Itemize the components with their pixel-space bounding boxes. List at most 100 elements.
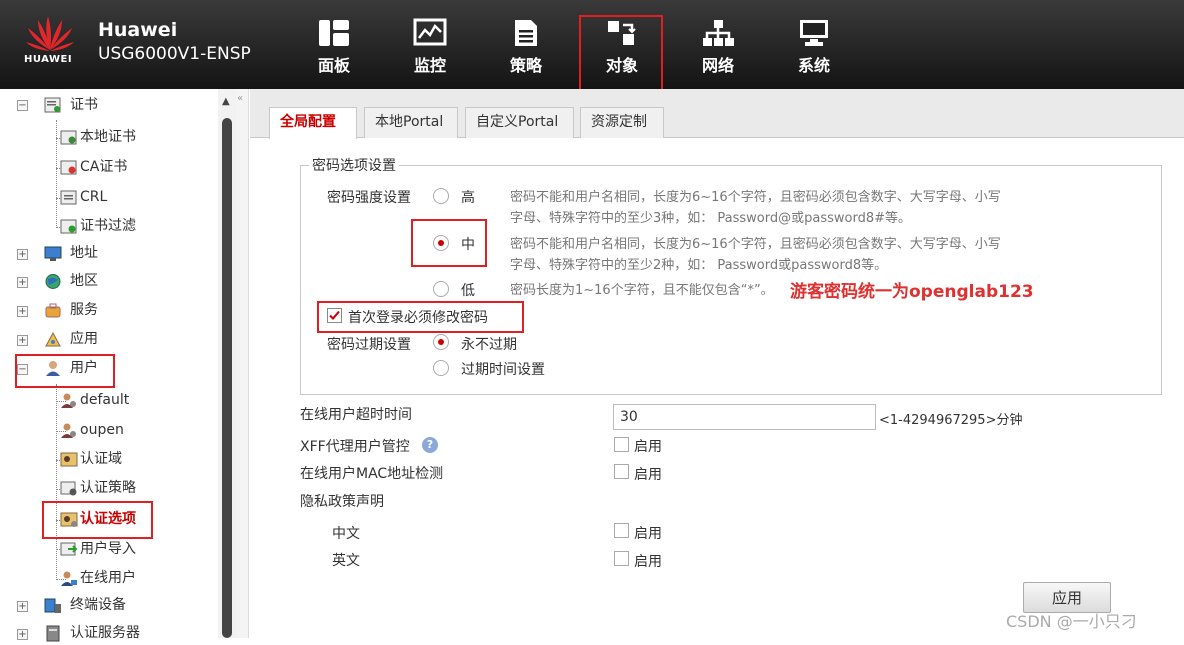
timeout-input[interactable] (613, 404, 876, 430)
sidebar-item-application[interactable]: 应用 (70, 327, 98, 351)
annotation-box-object (579, 15, 663, 91)
sidebar-item-online-user[interactable]: 在线用户 (80, 566, 136, 590)
nav-policy[interactable]: 策略 (494, 18, 558, 76)
strength-high-desc: 密码不能和用户名相同，长度为6~16个字符，且密码必须包含数字、大写字母、小写字… (510, 190, 1001, 226)
auth-domain-icon (60, 452, 78, 467)
dashboard-icon (319, 20, 349, 46)
sidebar-item-ca-cert[interactable]: CA证书 (80, 155, 127, 179)
sidebar-item-oupen[interactable]: oupen (80, 418, 124, 442)
help-icon[interactable]: ? (422, 437, 438, 453)
strength-low-radio[interactable] (433, 281, 449, 297)
sidebar-item-certificate[interactable]: 证书 (70, 93, 98, 117)
sidebar-scroll-thumb[interactable] (222, 118, 232, 638)
nav-label: 网络 (701, 56, 734, 75)
sidebar-item-cert-filter[interactable]: 证书过滤 (80, 214, 136, 238)
sidebar-collapse-bar[interactable]: « (236, 89, 249, 638)
certificate-icon (44, 97, 61, 113)
annotation-box-medium (411, 219, 487, 267)
auth-policy-icon (60, 481, 77, 496)
strength-medium-desc: 密码不能和用户名相同，长度为6~16个字符，且密码必须包含数字、大写字母、小写字… (510, 237, 1001, 273)
nav-dashboard[interactable]: 面板 (302, 18, 366, 76)
english-enable-checkbox[interactable] (614, 551, 629, 566)
expand-toggle[interactable]: + (17, 601, 28, 612)
crl-icon (60, 190, 77, 205)
timeout-label: 在线用户超时时间 (300, 407, 412, 423)
privacy-label: 隐私政策声明 (300, 494, 384, 510)
strength-label: 密码强度设置 (327, 190, 411, 206)
strength-low-label: 低 (461, 283, 475, 299)
sidebar-item-auth-server[interactable]: 认证服务器 (70, 621, 140, 645)
expand-toggle[interactable]: + (17, 306, 28, 317)
nav-network[interactable]: 网络 (686, 18, 750, 76)
expand-toggle[interactable]: + (17, 277, 28, 288)
collapse-icon: « (237, 93, 244, 104)
annotation-box-force-change (317, 301, 524, 333)
tree-line (56, 384, 57, 580)
scroll-up-icon[interactable]: ▲ (222, 96, 230, 107)
annotation-box-auth-option (42, 501, 153, 539)
address-icon (44, 246, 62, 261)
expire-never-radio[interactable] (433, 334, 449, 350)
expand-toggle[interactable]: + (17, 335, 28, 346)
collapse-toggle[interactable]: − (17, 100, 28, 111)
terminal-device-icon (44, 598, 61, 613)
mac-enable-label: 启用 (634, 467, 662, 483)
tree-line (56, 120, 57, 228)
local-cert-icon (60, 130, 77, 145)
mac-enable-checkbox[interactable] (614, 464, 629, 479)
sidebar-item-terminal-device[interactable]: 终端设备 (70, 593, 126, 617)
sidebar-item-service[interactable]: 服务 (70, 298, 98, 322)
sidebar-item-crl[interactable]: CRL (80, 185, 107, 209)
user-import-icon (60, 542, 78, 556)
service-icon (45, 303, 61, 318)
logo-text: HUAWEI (24, 54, 73, 65)
xff-enable-label: 启用 (634, 439, 662, 455)
auth-server-icon (46, 625, 60, 642)
sidebar-item-region[interactable]: 地区 (70, 269, 98, 293)
sidebar-item-address[interactable]: 地址 (70, 241, 98, 265)
expire-time-label: 过期时间设置 (461, 362, 545, 378)
expire-time-radio[interactable] (433, 360, 449, 376)
device-model: USG6000V1-ENSP (98, 44, 251, 64)
strength-high-label: 高 (461, 190, 475, 206)
chinese-enable-label: 启用 (634, 526, 662, 542)
expire-label: 密码过期设置 (327, 337, 411, 353)
tab-resource-custom[interactable]: 资源定制 (580, 107, 664, 138)
nav-system[interactable]: 系统 (782, 18, 846, 76)
strength-low-desc: 密码长度为1~16个字符，且不能仅包含“*”。 (510, 283, 774, 298)
nav-monitor[interactable]: 监控 (398, 18, 462, 76)
expire-never-label: 永不过期 (461, 337, 517, 353)
xff-enable-checkbox[interactable] (614, 437, 629, 452)
strength-high-radio[interactable] (433, 188, 449, 204)
monitor-icon (413, 18, 447, 46)
huawei-logo (26, 16, 74, 51)
annotation-box-user (15, 354, 115, 388)
sidebar-item-default[interactable]: default (80, 388, 129, 412)
user-group-icon (61, 423, 76, 438)
sidebar-item-auth-policy[interactable]: 认证策略 (80, 476, 136, 500)
application-icon (45, 331, 61, 347)
xff-label: XFF代理用户管控 (300, 439, 410, 455)
policy-icon (515, 20, 537, 46)
online-user-icon (61, 571, 77, 586)
english-enable-label: 启用 (634, 554, 662, 570)
expand-toggle[interactable]: + (17, 629, 28, 640)
user-group-icon (61, 393, 76, 408)
tab-local-portal[interactable]: 本地Portal (364, 107, 458, 138)
mac-label: 在线用户MAC地址检测 (300, 466, 444, 482)
system-icon (800, 20, 828, 46)
brand-name: Huawei (98, 19, 178, 41)
tab-custom-portal[interactable]: 自定义Portal (465, 107, 574, 138)
sidebar-item-user-import[interactable]: 用户导入 (80, 537, 136, 561)
tab-global-config[interactable]: 全局配置 (269, 107, 357, 139)
sidebar-item-auth-domain[interactable]: 认证域 (80, 447, 122, 471)
privacy-english-label: 英文 (332, 553, 360, 569)
chinese-enable-checkbox[interactable] (614, 523, 629, 538)
network-icon (703, 20, 734, 46)
privacy-chinese-label: 中文 (332, 526, 360, 542)
nav-label: 面板 (317, 56, 350, 75)
sidebar-item-local-cert[interactable]: 本地证书 (80, 125, 136, 149)
nav-label: 监控 (413, 56, 446, 75)
password-options-legend: 密码选项设置 (312, 158, 396, 174)
expand-toggle[interactable]: + (17, 249, 28, 260)
